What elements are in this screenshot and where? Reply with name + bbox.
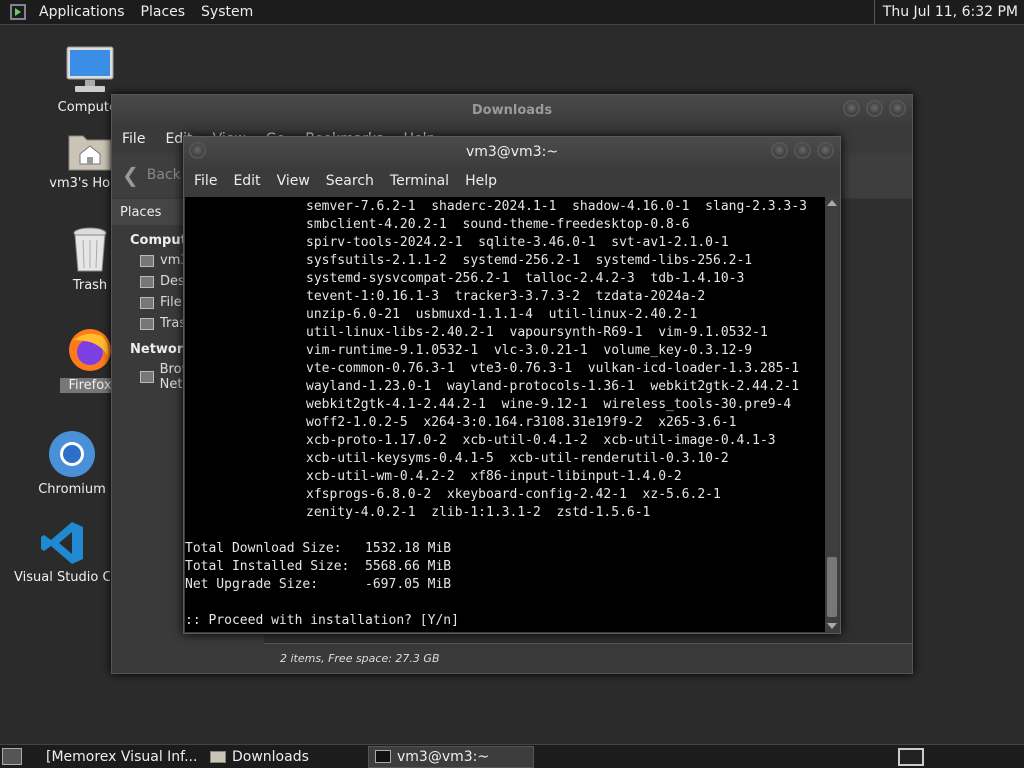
maximize-button[interactable] xyxy=(866,100,883,117)
terminal-scrollbar[interactable] xyxy=(825,197,839,632)
computer-icon xyxy=(65,44,115,96)
places-menu[interactable]: Places xyxy=(133,4,194,20)
terminal-window: vm3@vm3:~ File Edit View Search Terminal… xyxy=(183,136,841,634)
downloads-titlebar[interactable]: Downloads xyxy=(112,95,912,125)
desktop-icon xyxy=(140,275,154,288)
applications-menu-icon[interactable] xyxy=(9,3,27,21)
package-line: xfsprogs-6.8.0-2 xkeyboard-config-2.42-1… xyxy=(306,487,721,502)
drive-icon xyxy=(140,296,154,309)
desktop-icon-vscode[interactable]: Visual Studio Code xyxy=(14,520,110,585)
chromium-icon xyxy=(48,430,96,478)
package-line: sysfsutils-2.1.1-2 systemd-256.2-1 syste… xyxy=(306,253,753,268)
minimize-button[interactable] xyxy=(843,100,860,117)
window-controls xyxy=(843,100,906,117)
window-title: vm3@vm3:~ xyxy=(465,144,559,160)
package-line: xcb-proto-1.17.0-2 xcb-util-0.4.1-2 xcb-… xyxy=(306,433,776,448)
task-label: [Memorex Visual Inf... xyxy=(46,748,198,765)
network-icon xyxy=(140,371,154,383)
package-line: vim-runtime-9.1.0532-1 vlc-3.0.21-1 volu… xyxy=(306,343,753,358)
terminal-output[interactable]: semver-7.6.2-1 shaderc-2024.1-1 shadow-4… xyxy=(185,197,825,632)
applications-menu[interactable]: Applications xyxy=(31,4,133,20)
status-bar: 2 items, Free space: 27.3 GB xyxy=(264,643,912,673)
package-line: semver-7.6.2-1 shaderc-2024.1-1 shadow-4… xyxy=(306,199,807,214)
close-button[interactable] xyxy=(817,142,834,159)
clock[interactable]: Thu Jul 11, 6:32 PM xyxy=(873,0,1024,24)
desktop-icon-label: Chromium xyxy=(38,482,106,497)
folder-icon xyxy=(210,750,226,763)
menu-view[interactable]: View xyxy=(269,173,318,189)
scroll-thumb[interactable] xyxy=(827,557,837,617)
package-line: xcb-util-wm-0.4.2-2 xf86-input-libinput-… xyxy=(306,469,682,484)
menu-search[interactable]: Search xyxy=(318,173,382,189)
vscode-icon xyxy=(39,520,85,566)
package-line: xcb-util-keysyms-0.4.1-5 xcb-util-render… xyxy=(306,451,729,466)
trash-icon xyxy=(70,226,110,274)
window-title: Downloads xyxy=(471,102,553,118)
task-terminal[interactable]: vm3@vm3:~ xyxy=(368,745,534,768)
top-panel: Applications Places System Thu Jul 11, 6… xyxy=(0,0,1024,25)
task-downloads[interactable]: Downloads xyxy=(204,746,368,768)
task-list: [Memorex Visual Inf... Downloads vm3@vm3… xyxy=(34,745,534,768)
installed-size-line: Total Installed Size: 5568.66 MiB xyxy=(185,559,452,574)
package-line: tevent-1:0.16.1-3 tracker3-3.7.3-2 tzdat… xyxy=(306,289,706,304)
trash-icon xyxy=(140,317,154,330)
desktop-icon-label: Visual Studio Code xyxy=(14,570,110,585)
menu-help[interactable]: Help xyxy=(457,173,505,189)
menu-edit[interactable]: Edit xyxy=(225,173,268,189)
workspace-switcher[interactable] xyxy=(898,748,924,766)
back-label: Back xyxy=(146,167,181,183)
bottom-panel: [Memorex Visual Inf... Downloads vm3@vm3… xyxy=(0,744,1024,768)
upgrade-size-line: Net Upgrade Size: -697.05 MiB xyxy=(185,577,452,592)
window-menu-button[interactable] xyxy=(189,142,206,159)
menu-file[interactable]: File xyxy=(112,131,155,147)
window-controls xyxy=(771,142,834,159)
package-line: systemd-sysvcompat-256.2-1 talloc-2.4.2-… xyxy=(306,271,745,286)
package-line: spirv-tools-2024.2-1 sqlite-3.46.0-1 svt… xyxy=(306,235,729,250)
minimize-button[interactable] xyxy=(771,142,788,159)
home-folder-icon xyxy=(67,128,113,172)
package-line: webkit2gtk-4.1-2.44.2-1 wine-9.12-1 wire… xyxy=(306,397,792,412)
package-line: unzip-6.0-21 usbmuxd-1.1.1-4 util-linux-… xyxy=(306,307,698,322)
task-label: Downloads xyxy=(232,748,309,765)
menu-terminal[interactable]: Terminal xyxy=(382,173,457,189)
terminal-icon xyxy=(375,750,391,763)
menu-file[interactable]: File xyxy=(186,173,225,189)
task-firefox[interactable]: [Memorex Visual Inf... xyxy=(34,746,204,768)
download-size-line: Total Download Size: 1532.18 MiB xyxy=(185,541,452,556)
back-arrow-icon: ❮ xyxy=(122,163,139,187)
install-prompt: :: Proceed with installation? [Y/n] xyxy=(185,613,459,628)
close-button[interactable] xyxy=(889,100,906,117)
task-label: vm3@vm3:~ xyxy=(397,748,490,765)
desktop-icon-chromium[interactable]: Chromium xyxy=(36,430,108,497)
package-line: smbclient-4.20.2-1 sound-theme-freedeskt… xyxy=(306,217,690,232)
package-line: zenity-4.0.2-1 zlib-1:1.3.1-2 zstd-1.5.6… xyxy=(306,505,651,520)
back-button[interactable]: ❮ Back xyxy=(122,163,181,187)
scroll-down-arrow[interactable] xyxy=(827,623,837,629)
maximize-button[interactable] xyxy=(794,142,811,159)
package-line: wayland-1.23.0-1 wayland-protocols-1.36-… xyxy=(306,379,800,394)
system-menu[interactable]: System xyxy=(193,4,261,20)
scroll-up-arrow[interactable] xyxy=(827,200,837,206)
show-desktop-button[interactable] xyxy=(2,748,22,765)
terminal-titlebar[interactable]: vm3@vm3:~ xyxy=(184,137,840,167)
package-line: woff2-1.0.2-5 x264-3:0.164.r3108.31e19f9… xyxy=(306,415,737,430)
package-line: util-linux-libs-2.40.2-1 vapoursynth-R69… xyxy=(306,325,768,340)
home-icon xyxy=(140,254,154,267)
firefox-icon xyxy=(66,326,114,374)
package-line: vte-common-0.76.3-1 vte3-0.76.3-1 vulkan… xyxy=(306,361,800,376)
terminal-menubar: File Edit View Search Terminal Help xyxy=(184,167,840,195)
